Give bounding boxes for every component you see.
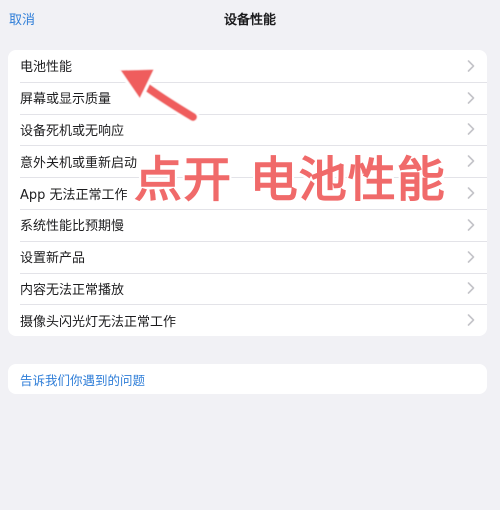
chevron-right-icon [461,88,481,108]
page-title: 设备性能 [223,13,276,28]
navigation-bar: 取消 设备性能 [0,0,500,36]
option-setup-new-product[interactable]: 设置新产品 [8,240,487,273]
chevron-right-icon [461,151,481,171]
option-content-playback[interactable]: 内容无法正常播放 [8,272,487,305]
option-label: 内容无法正常播放 [20,282,125,298]
option-label: 屏幕或显示质量 [20,92,112,108]
chevron-right-icon [461,310,481,330]
annotation-text: 点开 电池性能 [133,151,446,209]
option-battery-performance[interactable]: 电池性能 [8,50,487,82]
chevron-right-icon [461,215,481,235]
report-issue-group: 告诉我们你遇到的问题 [8,364,487,394]
chevron-right-icon [461,278,481,298]
chevron-right-icon [461,247,481,267]
option-system-slow[interactable]: 系统性能比预期慢 [8,208,487,241]
option-display-quality[interactable]: 屏幕或显示质量 [8,81,487,114]
option-label: 设备死机或无响应 [20,123,125,139]
report-issue-link[interactable]: 告诉我们你遇到的问题 [8,364,487,394]
option-label: 电池性能 [20,60,73,76]
chevron-right-icon [461,183,481,203]
chevron-right-icon [461,56,481,76]
option-label: 摄像头闪光灯无法正常工作 [20,314,177,330]
chevron-right-icon [461,119,481,139]
option-label: 系统性能比预期慢 [20,219,125,235]
option-label: 设置新产品 [20,251,86,267]
option-camera-flash[interactable]: 摄像头闪光灯无法正常工作 [8,304,487,336]
